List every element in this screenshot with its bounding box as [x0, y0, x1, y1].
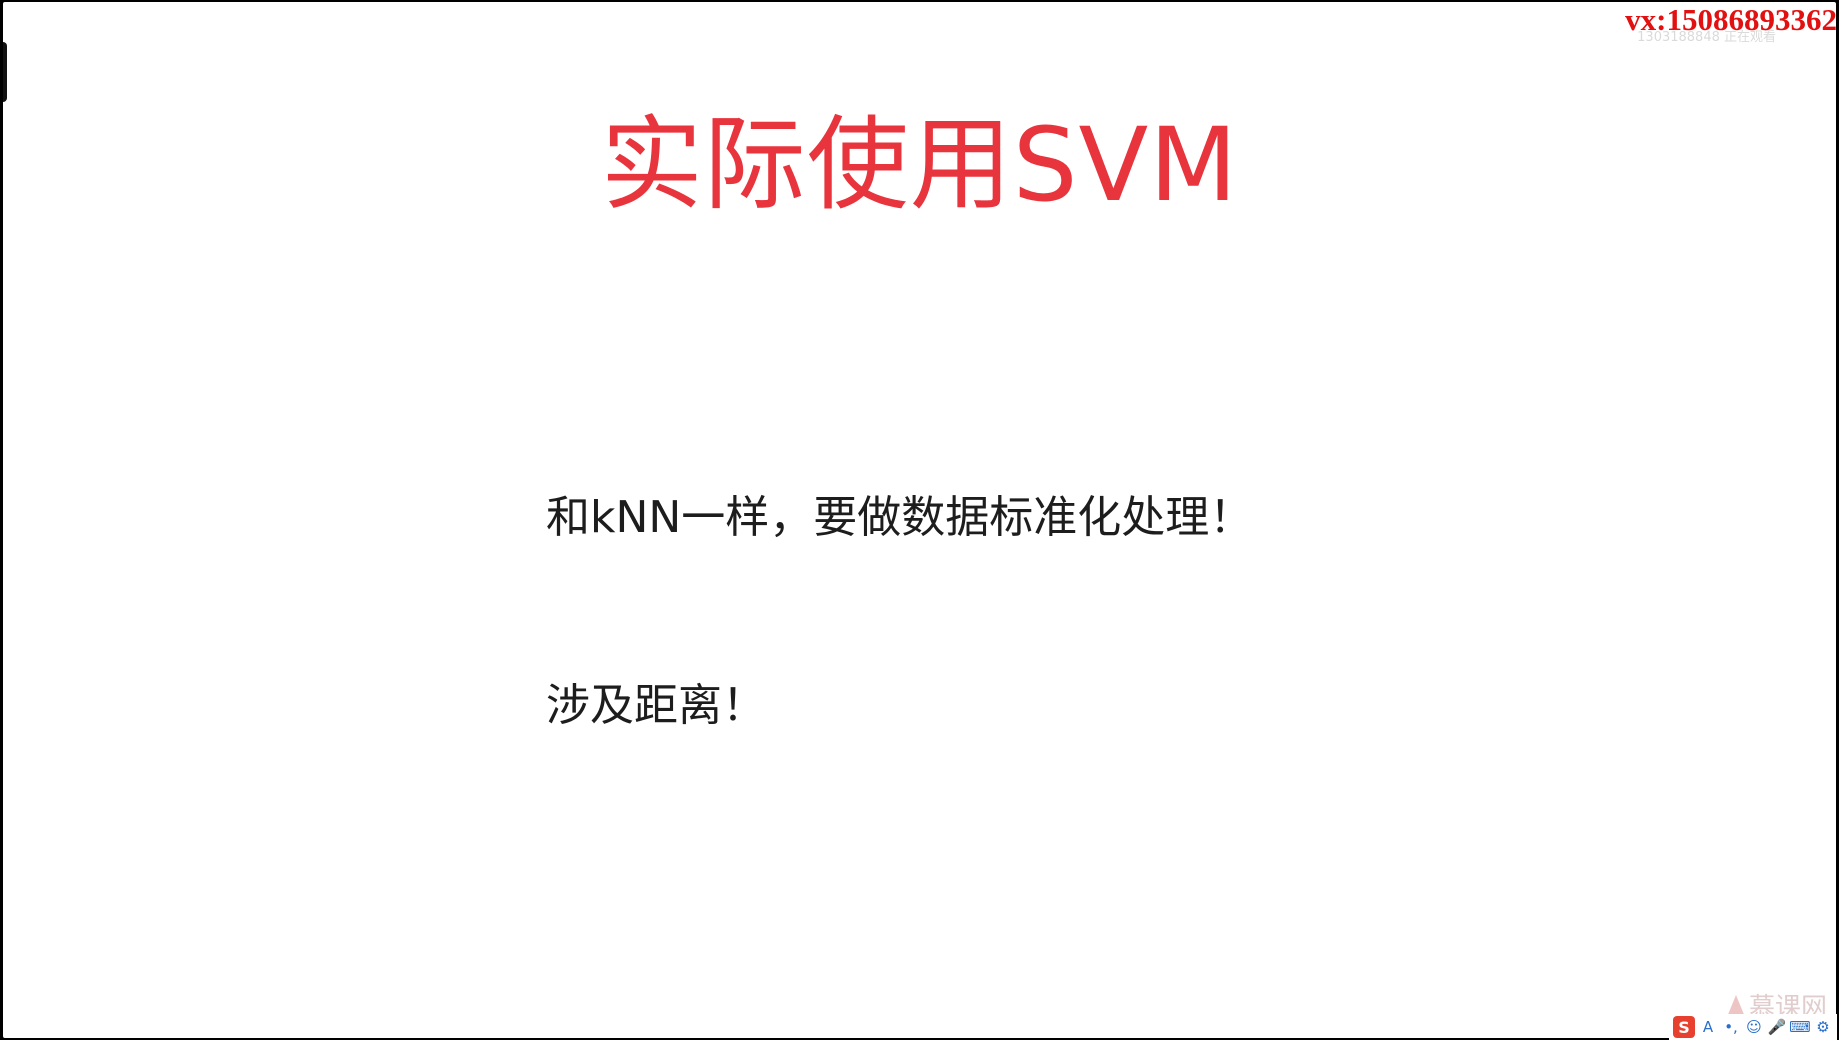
ime-mode-button[interactable]: A: [1698, 1017, 1718, 1037]
keyboard-icon[interactable]: ⌨: [1789, 1017, 1811, 1037]
emoji-icon[interactable]: ☺: [1744, 1017, 1764, 1037]
slide-title: 实际使用SVM: [600, 106, 1239, 225]
tools-icon[interactable]: ⚙: [1813, 1017, 1833, 1037]
slide-text-standardization: 和kNN一样，要做数据标准化处理！: [546, 492, 1254, 543]
video-frame: 1303188848 正在观看 vx:15086893362 实际使用SVM 和…: [0, 0, 1839, 1040]
slide-text-distance: 涉及距离！: [546, 680, 766, 731]
microphone-icon[interactable]: 🎤: [1767, 1017, 1787, 1037]
ime-toolbar: S A •, ☺ 🎤 ⌨ ⚙: [1669, 1014, 1837, 1040]
contact-watermark: vx:15086893362: [1625, 2, 1837, 37]
ime-logo-icon[interactable]: S: [1673, 1016, 1695, 1038]
ime-punctuation-button[interactable]: •,: [1721, 1017, 1741, 1037]
window-edge: [3, 42, 7, 102]
